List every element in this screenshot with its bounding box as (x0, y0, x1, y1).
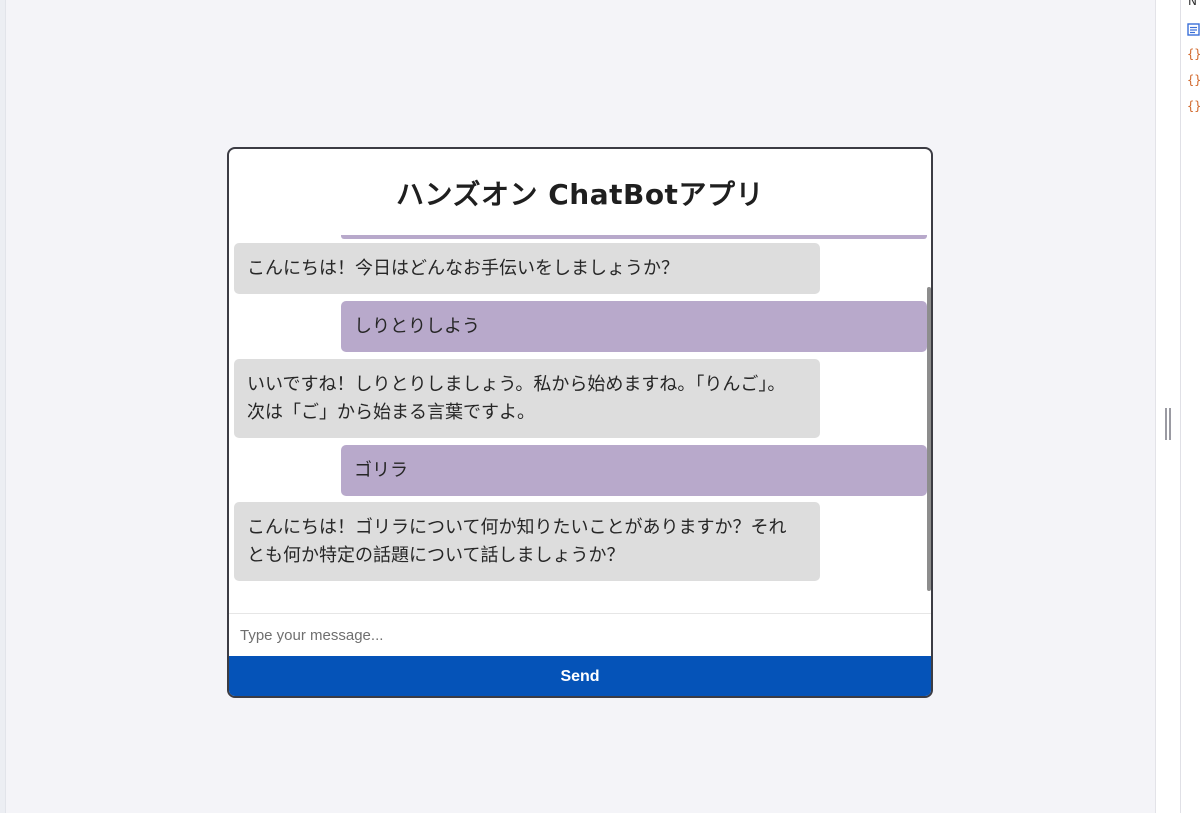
page-title: ハンズオン ChatBotアプリ (396, 178, 764, 211)
message-list-scrollbar[interactable] (927, 287, 931, 591)
viewport-left-edge (0, 0, 6, 813)
devtools-divider (1180, 0, 1181, 813)
message-text-line: こんにちは！ゴリラについて何か知りたいことがありますか？それ (247, 516, 787, 538)
json-brace-icon[interactable]: {} (1187, 74, 1200, 87)
bot-message-bubble: こんにちは！今日はどんなお手伝いをしましょうか？ (234, 243, 820, 294)
panel-resize-handle[interactable] (1165, 408, 1171, 440)
send-button[interactable]: Send (229, 656, 931, 696)
message-text: こんにちは！今日はどんなお手伝いをしましょうか？ (247, 257, 679, 279)
document-icon[interactable] (1187, 23, 1200, 36)
chat-window: ハンズオン ChatBotアプリ こんにちは！今日はどんなお手伝いをしましょうか… (227, 147, 933, 698)
bot-message-bubble: こんにちは！ゴリラについて何か知りたいことがありますか？それ とも何か特定の話題… (234, 502, 820, 581)
json-brace-icon[interactable]: {} (1187, 100, 1200, 113)
message-text: しりとりしよう (354, 315, 480, 337)
user-message-bubble-partial (341, 235, 927, 239)
devtools-panel-edge (1155, 0, 1200, 813)
message-text: ゴリラ (354, 459, 408, 481)
user-message-bubble: ゴリラ (341, 445, 927, 496)
bot-message-bubble: いいですね！しりとりしましょう。私から始めますね。「りんご」。 次は「ご」から始… (234, 359, 820, 438)
message-input[interactable] (229, 614, 931, 656)
json-brace-icon[interactable]: {} (1187, 48, 1200, 61)
message-text-line: いいですね！しりとりしましょう。私から始めますね。「りんご」。 (247, 373, 786, 395)
devtools-header-text: N (1188, 0, 1197, 8)
message-text-line: 次は「ご」から始まる言葉ですよ。 (247, 401, 535, 423)
input-row (229, 613, 931, 656)
message-list[interactable]: こんにちは！今日はどんなお手伝いをしましょうか？ しりとりしよう いいですね！し… (229, 235, 931, 613)
message-text-line: とも何か特定の話題について話しましょうか？ (247, 544, 625, 566)
user-message-bubble: しりとりしよう (341, 301, 927, 352)
browser-viewport: ハンズオン ChatBotアプリ こんにちは！今日はどんなお手伝いをしましょうか… (0, 0, 1200, 813)
